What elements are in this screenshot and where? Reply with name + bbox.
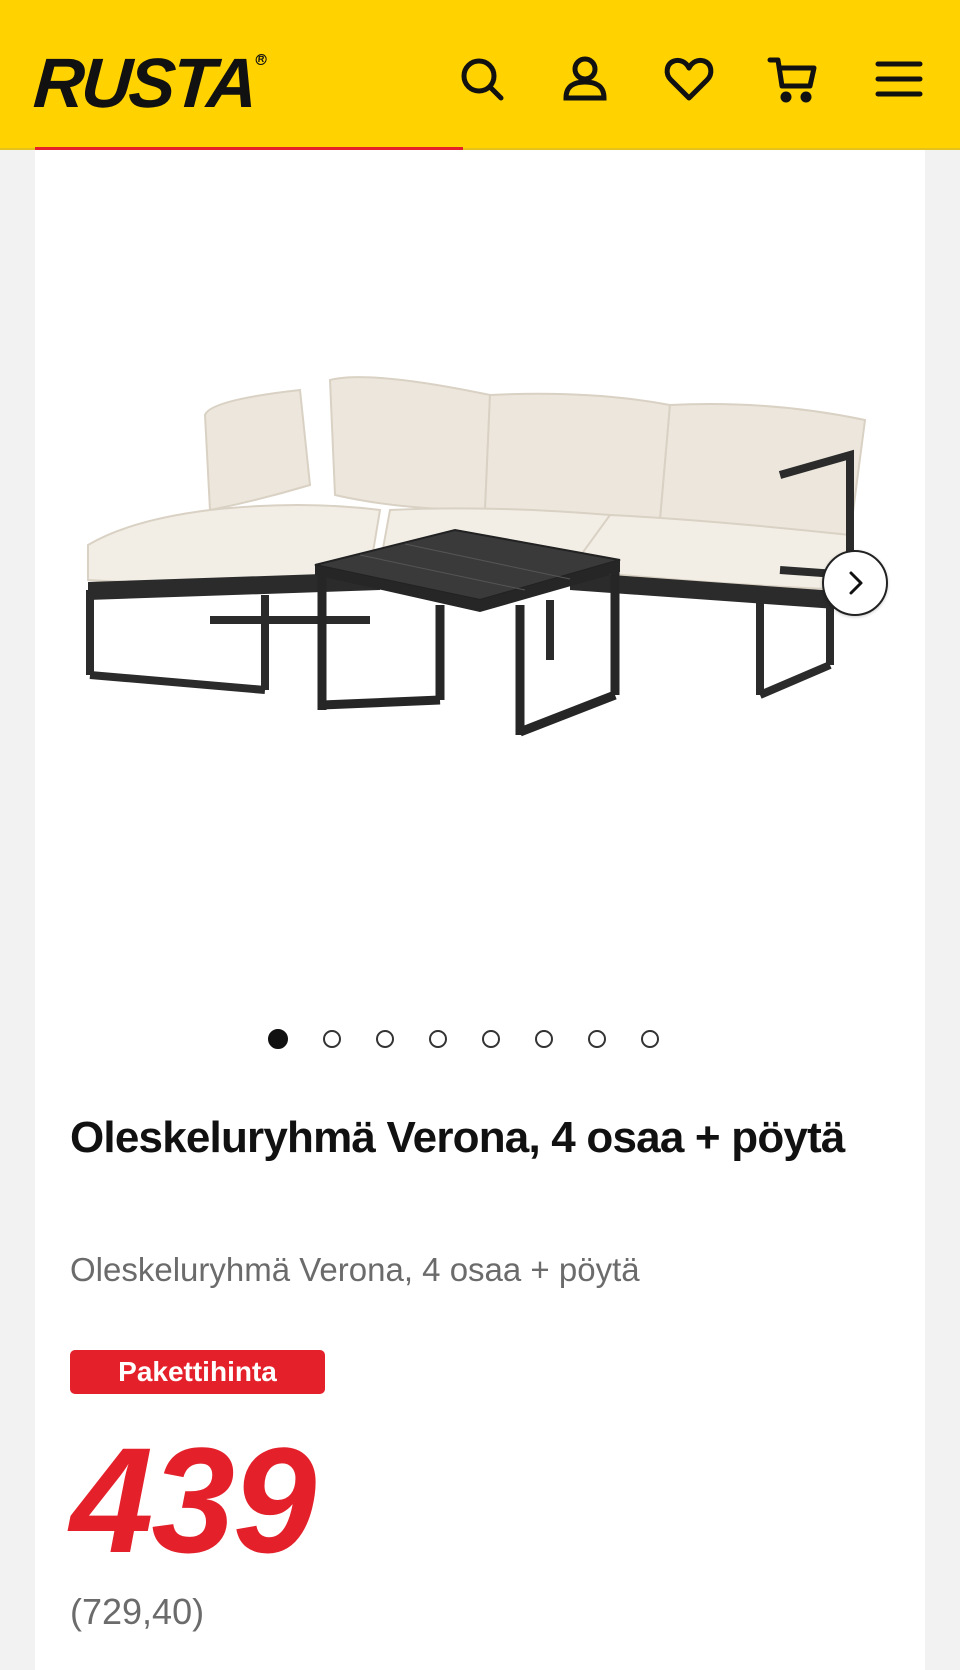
carousel-dot[interactable] [482,1030,500,1048]
cart-icon[interactable] [766,52,820,106]
carousel-dot[interactable] [376,1030,394,1048]
search-icon[interactable] [455,52,509,106]
carousel-dot[interactable] [429,1030,447,1048]
site-header: RUSTA R [0,0,960,150]
active-tab-indicator [35,147,463,150]
previous-price: (729,40) [70,1591,205,1632]
heart-icon[interactable] [662,52,716,106]
menu-icon[interactable] [872,52,926,106]
product-title: Oleskeluryhmä Verona, 4 osaa + pöytä [70,1113,845,1162]
rusta-logo[interactable]: RUSTA R [31,44,267,122]
account-icon[interactable] [558,52,612,106]
price-badge: Pakettihinta [70,1350,325,1394]
carousel-dot[interactable] [323,1030,341,1048]
chevron-right-icon [849,571,863,595]
logo-text: RUSTA [31,44,258,122]
next-image-button[interactable] [822,550,888,616]
carousel-dot[interactable] [588,1030,606,1048]
carousel-dot[interactable] [268,1029,288,1049]
carousel-dot[interactable] [535,1030,553,1048]
product-image[interactable] [70,360,880,800]
carousel-pagination [268,1029,659,1054]
carousel-dot[interactable] [641,1030,659,1048]
product-price: 439 [70,1416,316,1584]
product-subtitle: Oleskeluryhmä Verona, 4 osaa + pöytä [70,1251,640,1288]
